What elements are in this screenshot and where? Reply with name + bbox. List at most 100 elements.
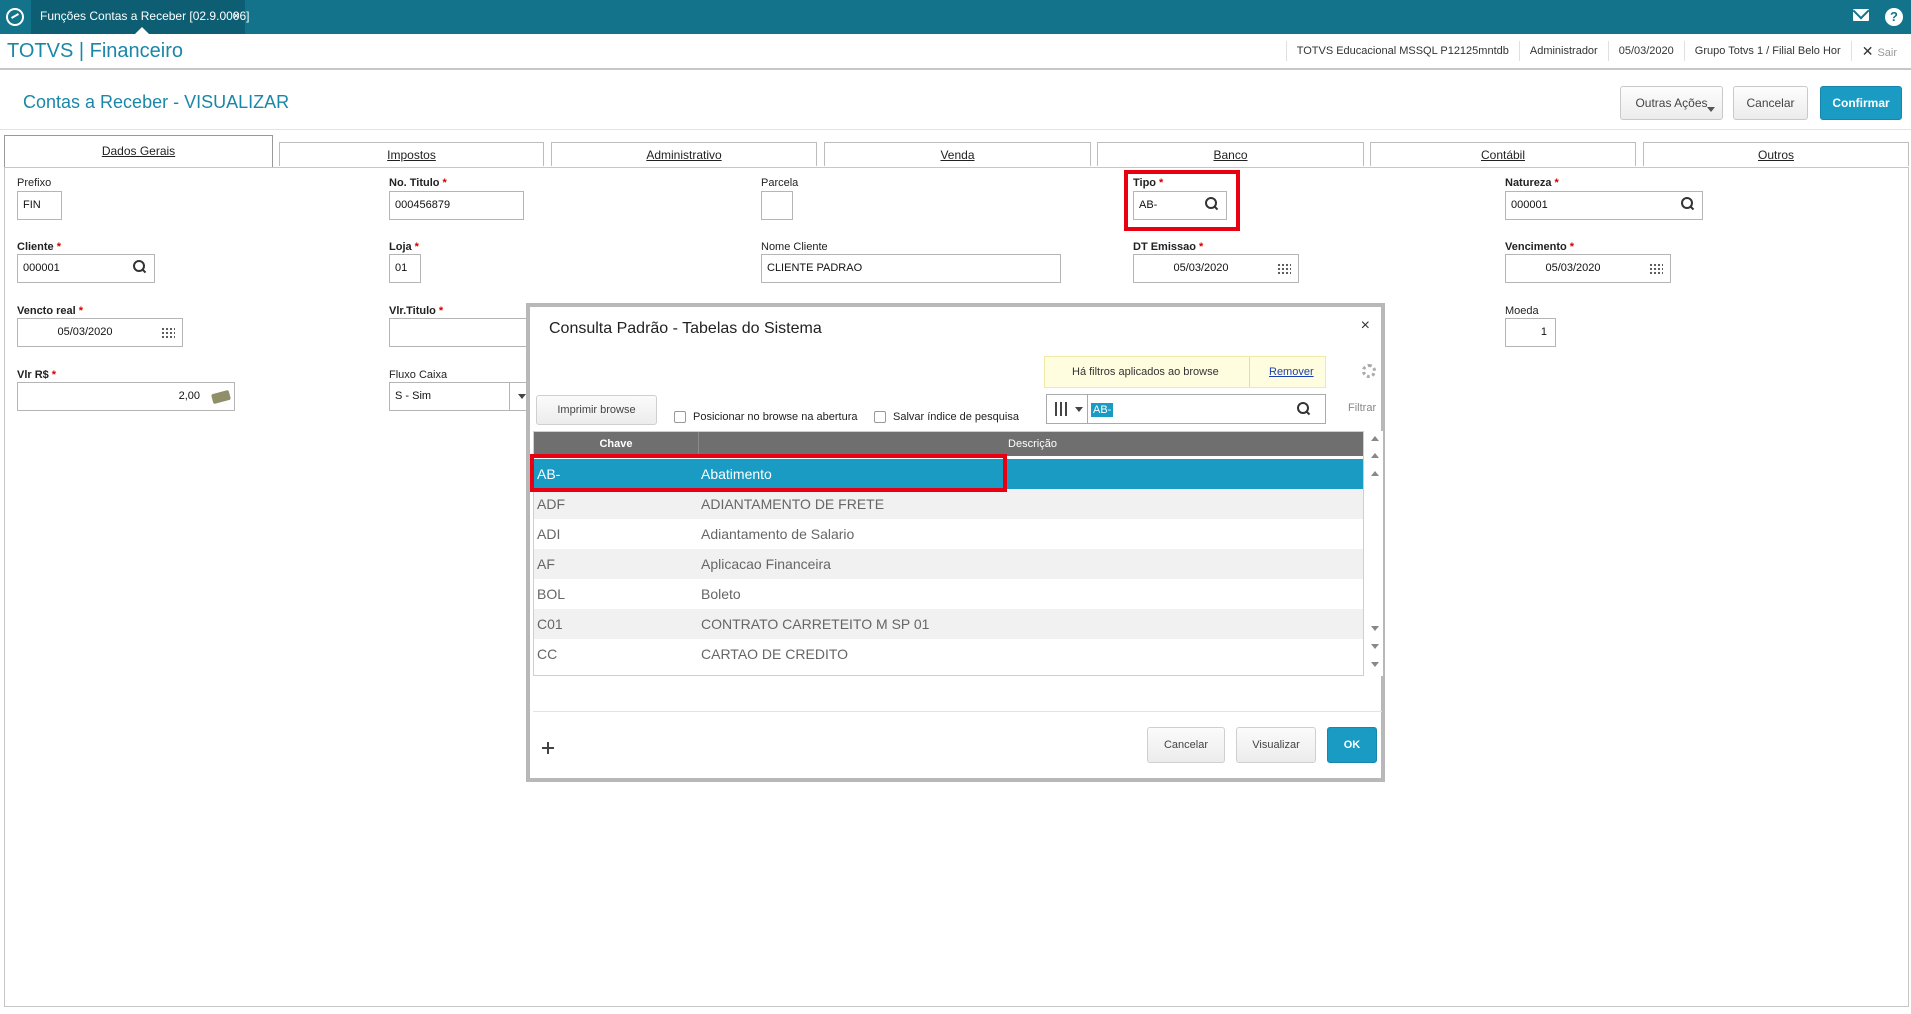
totvs-logo-icon[interactable] bbox=[6, 8, 24, 26]
cell-key: ADI bbox=[537, 526, 561, 542]
highlight-box-tipo bbox=[1124, 170, 1240, 231]
required-mark: * bbox=[1198, 241, 1204, 253]
natureza-field[interactable]: 000001 bbox=[1505, 191, 1703, 220]
cell-desc: CONTRATO CARRETEITO M SP 01 bbox=[701, 616, 930, 632]
exit-button[interactable]: ✕ Sair bbox=[1850, 41, 1911, 61]
required-mark: * bbox=[442, 177, 447, 189]
remove-filter-link[interactable]: Remover bbox=[1269, 357, 1314, 387]
vencimento-field[interactable]: 05/03/2020 bbox=[1505, 254, 1671, 283]
filter-notice: Há filtros aplicados ao browse Remover bbox=[1044, 356, 1326, 388]
save-index-checkbox[interactable] bbox=[874, 411, 886, 423]
loja-field[interactable]: 01 bbox=[389, 254, 421, 283]
natureza-label-text: Natureza bbox=[1505, 177, 1552, 189]
fluxo-caixa-label: Fluxo Caixa bbox=[389, 369, 448, 381]
window-tab-close-icon[interactable]: × bbox=[232, 0, 240, 32]
required-mark: * bbox=[1554, 177, 1559, 189]
chevron-down-icon[interactable] bbox=[518, 394, 526, 399]
table-row[interactable]: ADF ADIANTAMENTO DE FRETE bbox=[534, 489, 1363, 519]
chevron-down-icon[interactable] bbox=[1075, 407, 1083, 412]
vlr-rs-field[interactable]: 2,00 bbox=[17, 382, 235, 411]
header-date[interactable]: 05/03/2020 bbox=[1607, 41, 1684, 61]
column-header-descricao[interactable]: Descrição bbox=[700, 432, 1363, 456]
confirm-button[interactable]: Confirmar bbox=[1820, 86, 1902, 120]
required-mark: * bbox=[56, 241, 61, 253]
table-row[interactable]: C01 CONTRATO CARRETEITO M SP 01 bbox=[534, 609, 1363, 639]
search-icon[interactable] bbox=[133, 260, 147, 274]
table-row[interactable]: CC CARTAO DE CREDITO bbox=[534, 639, 1363, 669]
no-titulo-label-text: No. Titulo bbox=[389, 177, 440, 189]
help-icon[interactable]: ? bbox=[1885, 8, 1903, 26]
cell-key: ADF bbox=[537, 496, 565, 512]
loja-label-text: Loja bbox=[389, 241, 412, 253]
vencto-real-field[interactable]: 05/03/2020 bbox=[17, 318, 183, 347]
tab-impostos[interactable]: Impostos bbox=[279, 142, 544, 166]
vlr-titulo-label-text: Vlr.Titulo bbox=[389, 305, 436, 317]
search-icon[interactable] bbox=[1297, 402, 1311, 416]
tab-dados-gerais[interactable]: Dados Gerais bbox=[4, 135, 273, 167]
scroll-page-up-icon[interactable] bbox=[1371, 453, 1379, 458]
dialog-view-button[interactable]: Visualizar bbox=[1236, 727, 1316, 763]
vlr-titulo-field[interactable] bbox=[389, 318, 529, 347]
other-actions-button[interactable]: Outras Ações bbox=[1620, 86, 1723, 120]
mail-icon[interactable] bbox=[1853, 9, 1869, 21]
calendar-icon[interactable] bbox=[1649, 263, 1663, 275]
close-icon: ✕ bbox=[1861, 43, 1874, 59]
search-icon[interactable] bbox=[1681, 197, 1695, 211]
filter-button[interactable]: Filtrar bbox=[1348, 402, 1376, 414]
app-title: TOTVS | Financeiro bbox=[7, 40, 183, 62]
cliente-label-text: Cliente bbox=[17, 241, 54, 253]
table-row[interactable]: BOL Boleto bbox=[534, 579, 1363, 609]
move-icon[interactable] bbox=[542, 742, 554, 754]
moeda-field[interactable]: 1 bbox=[1505, 318, 1556, 347]
print-browse-button[interactable]: Imprimir browse bbox=[536, 395, 657, 425]
cell-key: C01 bbox=[537, 616, 563, 632]
gear-icon[interactable] bbox=[1362, 364, 1376, 378]
chevron-down-icon bbox=[1707, 107, 1715, 112]
fluxo-caixa-select[interactable]: S - Sim bbox=[389, 382, 529, 411]
dialog-close-icon[interactable]: × bbox=[1361, 317, 1370, 335]
search-input[interactable]: AB- bbox=[1046, 394, 1326, 424]
scroll-up-icon[interactable] bbox=[1371, 471, 1379, 476]
table-row[interactable]: AF Aplicacao Financeira bbox=[534, 549, 1363, 579]
tab-venda[interactable]: Venda bbox=[824, 142, 1091, 166]
window-tab-contas-receber[interactable]: Funções Contas a Receber [02.9.0006] × bbox=[31, 0, 249, 34]
dt-emissao-field[interactable]: 05/03/2020 bbox=[1133, 254, 1299, 283]
scroll-bottom-icon[interactable] bbox=[1371, 662, 1379, 667]
header-company[interactable]: Grupo Totvs 1 / Filial Belo Hor bbox=[1683, 41, 1851, 61]
dialog-cancel-button[interactable]: Cancelar bbox=[1147, 727, 1225, 763]
tab-banco[interactable]: Banco bbox=[1097, 142, 1364, 166]
tab-administrativo[interactable]: Administrativo bbox=[551, 142, 817, 166]
header-environment[interactable]: TOTVS Educacional MSSQL P12125mntdb bbox=[1285, 41, 1519, 61]
column-header-chave[interactable]: Chave bbox=[534, 432, 699, 456]
nome-cliente-label: Nome Cliente bbox=[761, 241, 828, 253]
table-row[interactable]: ADI Adiantamento de Salario bbox=[534, 519, 1363, 549]
calendar-icon[interactable] bbox=[161, 327, 175, 339]
tab-outros[interactable]: Outros bbox=[1643, 142, 1909, 166]
scroll-down-icon[interactable] bbox=[1371, 626, 1379, 631]
position-browse-checkbox[interactable] bbox=[674, 411, 686, 423]
cancel-button[interactable]: Cancelar bbox=[1733, 86, 1808, 120]
dialog-ok-button[interactable]: OK bbox=[1327, 727, 1377, 763]
required-mark: * bbox=[438, 305, 444, 317]
grid-scrollbar[interactable] bbox=[1367, 431, 1383, 676]
scroll-page-down-icon[interactable] bbox=[1371, 644, 1379, 649]
cell-key: CC bbox=[537, 646, 558, 662]
filter-notice-divider bbox=[1249, 357, 1250, 387]
required-mark: * bbox=[51, 369, 57, 381]
scroll-top-icon[interactable] bbox=[1371, 436, 1379, 441]
lookup-dialog: Consulta Padrão - Tabelas do Sistema × H… bbox=[526, 303, 1385, 782]
columns-icon[interactable] bbox=[1055, 402, 1069, 416]
nome-cliente-field[interactable]: CLIENTE PADRAO bbox=[761, 254, 1061, 283]
prefixo-field[interactable]: FIN bbox=[17, 191, 62, 220]
cell-desc: Boleto bbox=[701, 586, 741, 602]
other-actions-label: Outras Ações bbox=[1635, 96, 1708, 110]
vencimento-label-text: Vencimento bbox=[1505, 241, 1567, 253]
loja-label: Loja * bbox=[389, 241, 419, 253]
calendar-icon[interactable] bbox=[1277, 263, 1291, 275]
no-titulo-field[interactable]: 000456879 bbox=[389, 191, 524, 220]
required-mark: * bbox=[1569, 241, 1575, 253]
tab-contabil[interactable]: Contábil bbox=[1370, 142, 1636, 166]
form-title: Contas a Receber - VISUALIZAR bbox=[23, 92, 290, 112]
parcela-field[interactable] bbox=[761, 191, 793, 220]
header-user[interactable]: Administrador bbox=[1518, 41, 1608, 61]
